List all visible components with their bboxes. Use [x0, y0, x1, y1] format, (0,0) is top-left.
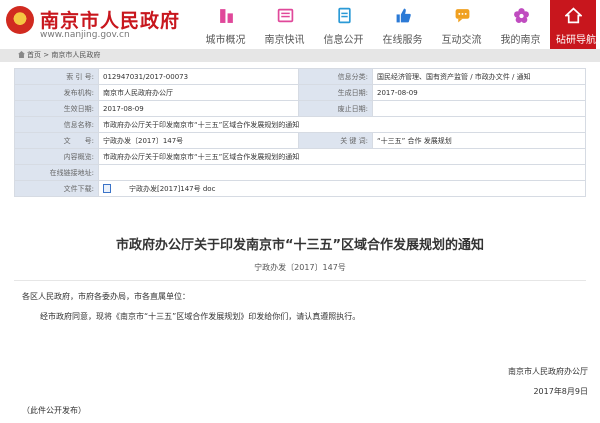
breadcrumb-home[interactable]: 首页: [27, 51, 41, 59]
article-date: 2017年8月9日: [533, 387, 588, 396]
chat-icon: [455, 9, 470, 23]
document-info-table: 索 引 号: 012947031/2017-00073 信息分类: 国民经济管理…: [14, 68, 586, 197]
article-signature: 南京市人民政府办公厅: [508, 367, 588, 376]
nav-item-city-overview[interactable]: 城市概况: [196, 0, 255, 49]
nav-item-site-navigation[interactable]: 砧研导航: [550, 0, 596, 49]
document-icon: [338, 7, 351, 24]
nav-label: 城市概况: [205, 35, 246, 46]
breadcrumb: 首页 > 南京市人民政府: [18, 50, 100, 60]
divider: [14, 280, 586, 281]
download-label: 文件下载:: [14, 180, 99, 197]
index-value: 012947031/2017-00073: [98, 68, 299, 85]
newspaper-icon: [277, 8, 294, 23]
breadcrumb-separator: >: [41, 51, 52, 59]
nav-item-nanjing-news[interactable]: 南京快讯: [255, 0, 314, 49]
created-date-label: 生成日期:: [298, 84, 373, 101]
online-link-value[interactable]: [98, 164, 586, 181]
category-value: 国民经济管理、国有资产监管 / 市政办文件 / 通知: [372, 68, 586, 85]
expire-date-label: 废止日期:: [298, 100, 373, 117]
site-header: 南京市人民政府 www.nanjing.gov.cn 城市概况 南京快讯 信息公…: [0, 0, 600, 49]
home-icon: [565, 7, 582, 24]
summary-value: 市政府办公厅关于印发南京市“十三五”区域合作发展规划的通知: [98, 148, 586, 165]
article-title: 市政府办公厅关于印发南京市“十三五”区域合作发展规划的通知: [115, 238, 485, 253]
table-row: 生效日期: 2017-08-09 废止日期:: [14, 100, 586, 117]
publisher-value: 南京市人民政府办公厅: [98, 84, 299, 101]
nav-item-my-nanjing[interactable]: 我的南京: [491, 0, 550, 49]
info-name-value: 市政府办公厅关于印发南京市“十三五”区域合作发展规划的通知: [98, 116, 586, 133]
article-salutation: 各区人民政府，市府各委办局，市各直属单位：: [22, 292, 190, 301]
nav-label: 在线服务: [382, 35, 423, 46]
nav-label: 互动交流: [441, 35, 482, 46]
building-icon: [220, 9, 233, 23]
nav-item-online-service[interactable]: 在线服务: [373, 0, 432, 49]
download-link[interactable]: 宁政办发[2017]147号 doc: [129, 185, 215, 193]
table-row: 内容概览: 市政府办公厅关于印发南京市“十三五”区域合作发展规划的通知: [14, 148, 586, 165]
index-label: 索 引 号:: [14, 68, 99, 85]
table-row: 信息名称: 市政府办公厅关于印发南京市“十三五”区域合作发展规划的通知: [14, 116, 586, 133]
national-emblem-icon: [6, 6, 34, 34]
home-icon: [18, 51, 25, 58]
site-url: www.nanjing.gov.cn: [40, 30, 130, 40]
category-label: 信息分类:: [298, 68, 373, 85]
file-download-icon[interactable]: [103, 183, 111, 193]
doc-number-value: 宁政办发〔2017〕147号: [98, 132, 299, 149]
flower-icon: [514, 8, 529, 23]
download-cell: 宁政办发[2017]147号 doc: [98, 180, 586, 197]
breadcrumb-bar: 首页 > 南京市人民政府: [0, 49, 600, 62]
nav-item-interaction[interactable]: 互动交流: [432, 0, 491, 49]
table-row: 文 号: 宁政办发〔2017〕147号 关 键 词: “十三五” 合作 发展规划: [14, 132, 586, 149]
table-row: 发布机构: 南京市人民政府办公厅 生成日期: 2017-08-09: [14, 84, 586, 101]
keywords-value: “十三五” 合作 发展规划: [372, 132, 586, 149]
info-name-label: 信息名称:: [14, 116, 99, 133]
summary-label: 内容概览:: [14, 148, 99, 165]
expire-date-value: [372, 100, 586, 117]
nav-label: 我的南京: [500, 35, 541, 46]
main-nav: 城市概况 南京快讯 信息公开 在线服务 互动交流 我的南京 砧研导航: [196, 0, 596, 49]
article-note: （此件公开发布）: [22, 406, 86, 415]
doc-number-label: 文 号:: [14, 132, 99, 149]
table-row: 文件下载: 宁政办发[2017]147号 doc: [14, 180, 586, 197]
effective-date-label: 生效日期:: [14, 100, 99, 117]
keywords-label: 关 键 词:: [298, 132, 373, 149]
thumbs-up-icon: [396, 8, 411, 23]
online-link-label: 在线链接地址:: [14, 164, 99, 181]
table-row: 在线链接地址:: [14, 164, 586, 181]
nav-label: 南京快讯: [264, 35, 305, 46]
nav-label: 信息公开: [323, 35, 364, 46]
table-row: 索 引 号: 012947031/2017-00073 信息分类: 国民经济管理…: [14, 68, 586, 85]
nav-item-info-disclosure[interactable]: 信息公开: [314, 0, 373, 49]
article-body: 经市政府同意，现将《南京市“十三五”区域合作发展规划》印发给你们，请认真遵照执行…: [40, 312, 361, 321]
publisher-label: 发布机构:: [14, 84, 99, 101]
effective-date-value: 2017-08-09: [98, 100, 299, 117]
breadcrumb-current[interactable]: 南京市人民政府: [51, 51, 100, 59]
nav-label: 砧研导航: [556, 35, 596, 46]
article-doc-number: 宁政办发〔2017〕147号: [254, 263, 346, 272]
created-date-value: 2017-08-09: [372, 84, 586, 101]
site-title[interactable]: 南京市人民政府: [40, 6, 180, 33]
